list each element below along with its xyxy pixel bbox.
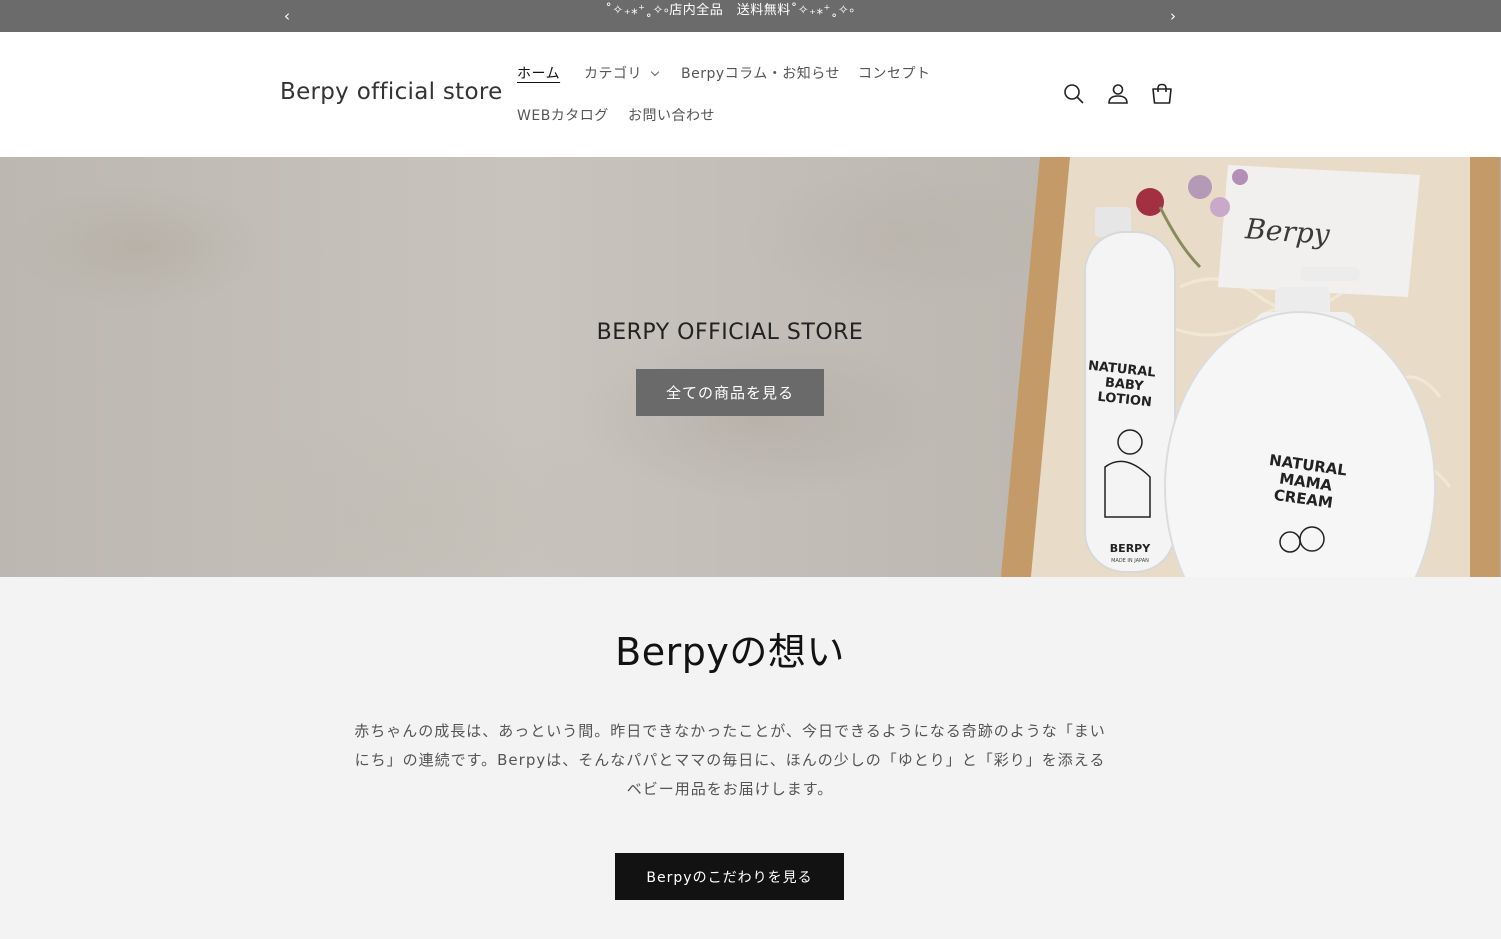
lotion-brand-text: BERPY <box>1110 542 1151 555</box>
nav-item-column-news[interactable]: Berpyコラム・お知らせ <box>681 63 840 83</box>
nav-item-label: コンセプト <box>858 66 931 82</box>
product-gift-box-image: Berpy NATURAL BABY LOTION BERPY MADE IN … <box>1000 157 1500 577</box>
cart-icon[interactable] <box>1149 81 1175 107</box>
announcement-next-arrow-icon[interactable]: › <box>1161 0 1185 32</box>
nav-item-concept[interactable]: コンセプト <box>858 63 931 83</box>
store-logo[interactable]: Berpy official store <box>280 79 503 105</box>
nav-item-web-catalog[interactable]: WEBカタログ <box>517 105 609 125</box>
site-header: Berpy official store ホーム カテゴリ Berpyコラム・お… <box>0 32 1501 157</box>
nav-item-label: カテゴリ <box>584 66 642 82</box>
nav-item-home[interactable]: ホーム <box>517 63 560 83</box>
nav-item-contact[interactable]: お問い合わせ <box>628 105 715 125</box>
brand-message-section: Berpyの想い 赤ちゃんの成長は、あっという間。昨日できなかったことが、今日で… <box>0 577 1501 939</box>
account-icon[interactable] <box>1105 81 1131 107</box>
nav-item-label: Berpyコラム・お知らせ <box>681 66 840 82</box>
section-title: Berpyの想い <box>615 630 845 674</box>
chevron-down-icon <box>650 67 660 77</box>
section-body-text: 赤ちゃんの成長は、あっという間。昨日できなかったことが、今日できるようになる奇跡… <box>335 717 1125 804</box>
nav-item-label: ホーム <box>517 66 561 82</box>
announcement-text: ˚✧₊⁎⁺˳✧༚店内全品 送料無料˚✧₊⁎⁺˳✧༚ <box>605 3 855 18</box>
hero-banner: Berpy NATURAL BABY LOTION BERPY MADE IN … <box>0 157 1501 577</box>
section-text-line: ベビー用品をお届けします。 <box>626 780 834 798</box>
announcement-prev-arrow-icon[interactable]: ‹ <box>275 0 299 32</box>
view-commitment-button[interactable]: Berpyのこだわりを見る <box>615 853 844 900</box>
nav-item-category[interactable]: カテゴリ <box>584 63 660 83</box>
card-brand-text: Berpy <box>1243 212 1332 251</box>
hero-title: BERPY OFFICIAL STORE <box>596 320 864 345</box>
search-icon[interactable] <box>1061 81 1087 107</box>
view-all-products-button[interactable]: 全ての商品を見る <box>636 369 824 416</box>
section-text-line: にち」の連続です。Berpyは、そんなパパとママの毎日に、ほんの少しの「ゆとり」… <box>354 751 1106 769</box>
lotion-made-in-text: MADE IN JAPAN <box>1111 558 1149 564</box>
section-text-line: 赤ちゃんの成長は、あっという間。昨日できなかったことが、今日できるようになる奇跡… <box>354 722 1106 740</box>
nav-item-label: お問い合わせ <box>628 108 715 124</box>
nav-item-label: WEBカタログ <box>517 108 609 124</box>
announcement-bar: ‹ ˚✧₊⁎⁺˳✧༚店内全品 送料無料˚✧₊⁎⁺˳✧༚ › <box>0 0 1501 32</box>
